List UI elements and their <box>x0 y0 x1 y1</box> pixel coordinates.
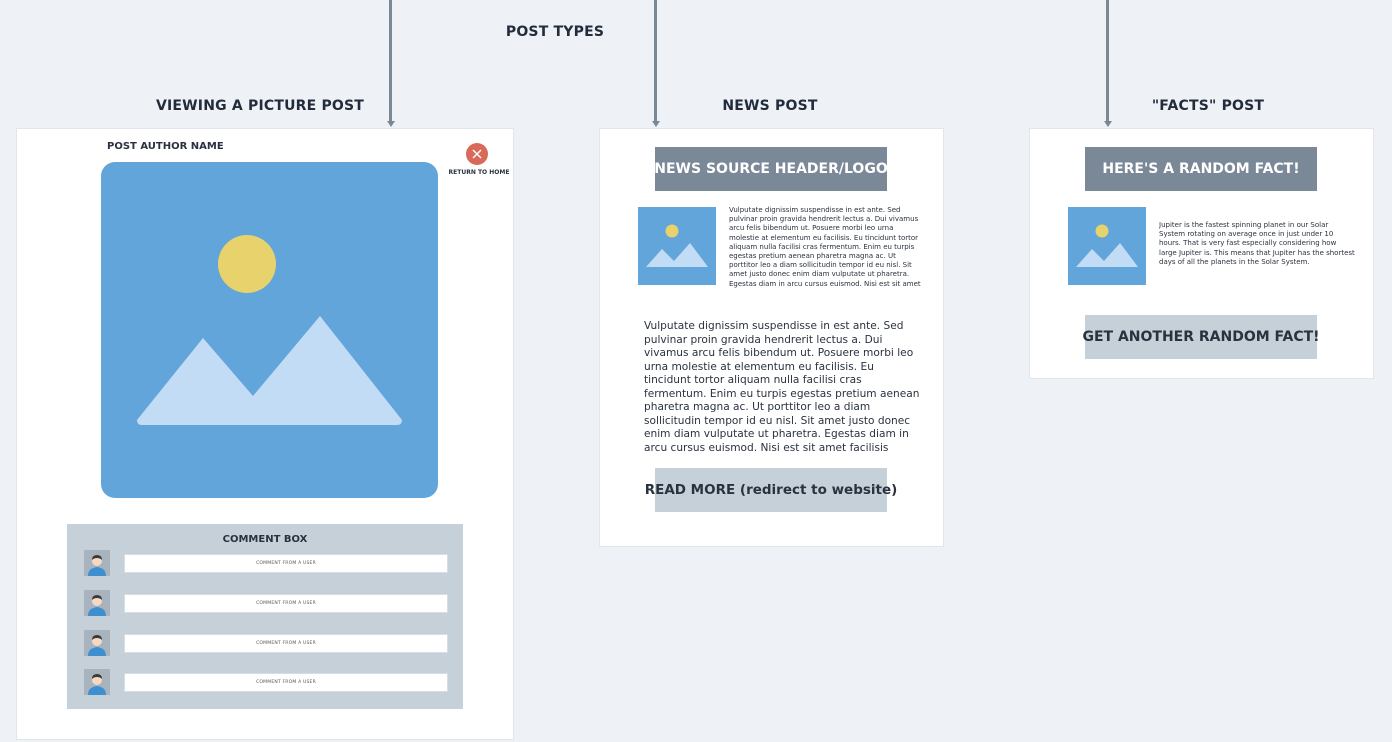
random-fact-header[interactable]: HERE'S A RANDOM FACT! <box>1085 147 1317 191</box>
image-placeholder-icon <box>137 235 402 425</box>
section-title-facts: "FACTS" POST <box>1151 98 1265 114</box>
section-title-picture: VIEWING A PICTURE POST <box>155 98 365 114</box>
comment-field[interactable]: COMMENT FROM A USER <box>124 594 448 613</box>
image-placeholder-icon <box>1076 224 1138 267</box>
close-icon <box>472 149 482 159</box>
avatar <box>84 550 110 576</box>
comment-field[interactable]: COMMENT FROM A USER <box>124 673 448 692</box>
user-avatar-icon <box>84 630 110 656</box>
news-source-header[interactable]: NEWS SOURCE HEADER/LOGO <box>654 147 888 191</box>
connector-line-news <box>654 0 657 121</box>
post-types-label: POST TYPES <box>505 24 605 40</box>
comment-row: COMMENT FROM A USER <box>84 630 448 656</box>
picture-post-card: POST AUTHOR NAME RETURN TO HOME COMMENT … <box>16 128 514 740</box>
connector-arrow-picture <box>387 121 395 127</box>
comment-box: COMMENT BOX COMMENT FROM A USER COMMENT … <box>67 524 463 709</box>
user-avatar-icon <box>84 550 110 576</box>
close-button[interactable] <box>466 143 488 165</box>
image-placeholder-icon <box>646 224 708 267</box>
get-another-fact-button[interactable]: GET ANOTHER RANDOM FACT! <box>1082 315 1320 359</box>
comment-row: COMMENT FROM A USER <box>84 590 448 616</box>
comment-row: COMMENT FROM A USER <box>84 669 448 695</box>
user-avatar-icon <box>84 669 110 695</box>
return-to-home-label[interactable]: RETURN TO HOME <box>445 169 513 176</box>
connector-arrow-news <box>652 121 660 127</box>
section-title-news: NEWS POST <box>722 98 818 114</box>
post-image[interactable] <box>101 162 438 498</box>
news-thumbnail[interactable] <box>638 207 716 285</box>
fact-thumbnail[interactable] <box>1068 207 1146 285</box>
avatar <box>84 630 110 656</box>
read-more-button[interactable]: READ MORE (redirect to website) <box>645 468 897 512</box>
avatar <box>84 590 110 616</box>
connector-line-facts <box>1106 0 1109 121</box>
comment-row: COMMENT FROM A USER <box>84 550 448 576</box>
comment-box-title: COMMENT BOX <box>222 534 308 545</box>
news-post-card: NEWS SOURCE HEADER/LOGO Vulputate dignis… <box>599 128 944 547</box>
news-summary: Vulputate dignissim suspendisse in est a… <box>729 206 921 288</box>
news-body: Vulputate dignissim suspendisse in est a… <box>644 320 920 456</box>
connector-line-picture <box>389 0 392 121</box>
fact-text: Jupiter is the fastest spinning planet i… <box>1159 221 1355 266</box>
facts-post-card: HERE'S A RANDOM FACT! Jupiter is the fas… <box>1029 128 1374 379</box>
connector-arrow-facts <box>1104 121 1112 127</box>
user-avatar-icon <box>84 590 110 616</box>
avatar <box>84 669 110 695</box>
comment-field[interactable]: COMMENT FROM A USER <box>124 554 448 573</box>
comment-field[interactable]: COMMENT FROM A USER <box>124 634 448 653</box>
post-author-name[interactable]: POST AUTHOR NAME <box>107 141 224 152</box>
